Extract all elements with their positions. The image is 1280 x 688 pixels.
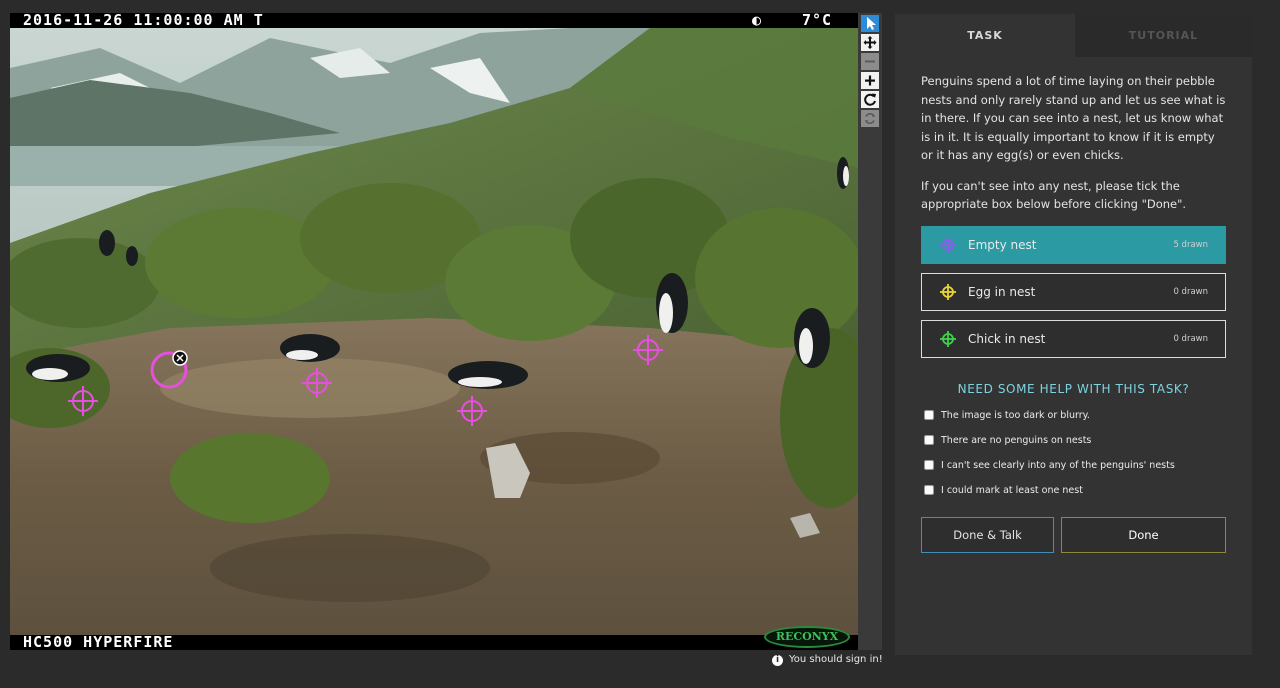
camera-model-label: HC500 HYPERFIRE xyxy=(23,633,174,650)
checkbox[interactable] xyxy=(924,459,934,470)
plus-icon[interactable] xyxy=(861,72,879,89)
done-and-talk-button[interactable]: Done & Talk xyxy=(921,517,1054,553)
camera-info-strip: 2016-11-26 11:00:00 AM T ◐ 7°C xyxy=(10,13,858,28)
crosshair-icon xyxy=(940,331,956,347)
checkbox-label: I can't see clearly into any of the peng… xyxy=(941,460,1175,471)
checkbox-no-penguins[interactable]: There are no penguins on nests xyxy=(924,434,1091,448)
minus-icon[interactable] xyxy=(861,53,879,70)
delete-marker-icon[interactable] xyxy=(172,350,188,366)
pointer-icon[interactable] xyxy=(861,15,879,32)
tab-task[interactable]: TASK xyxy=(895,14,1075,57)
sign-in-notice: i You should sign in! xyxy=(772,653,883,667)
tool-label: Egg in nest xyxy=(968,285,1036,299)
camera-trap-photo[interactable] xyxy=(10,28,858,635)
checkbox[interactable] xyxy=(924,484,934,495)
image-toolbar xyxy=(858,13,882,650)
subject-image-viewer[interactable]: 2016-11-26 11:00:00 AM T ◐ 7°C HC500 HYP… xyxy=(10,13,858,650)
checkbox-cant-see[interactable]: I can't see clearly into any of the peng… xyxy=(924,459,1175,473)
move-icon[interactable] xyxy=(861,34,879,51)
date-stamp: 2016-11-26 11:00:00 AM T xyxy=(23,13,264,29)
tool-chick-in-nest[interactable]: Chick in nest 0 drawn xyxy=(921,320,1226,358)
checkbox-marked-one[interactable]: I could mark at least one nest xyxy=(924,484,1083,498)
tool-label: Chick in nest xyxy=(968,332,1046,346)
tool-count: 5 drawn xyxy=(1173,240,1208,250)
task-panel: TASK TUTORIAL Penguins spend a lot of ti… xyxy=(895,14,1252,655)
checkbox-label: The image is too dark or blurry. xyxy=(941,410,1090,421)
crosshair-icon xyxy=(940,237,956,253)
tab-tutorial[interactable]: TUTORIAL xyxy=(1075,14,1252,57)
instructions-paragraph: If you can't see into any nest, please t… xyxy=(921,178,1187,212)
tool-empty-nest[interactable]: Empty nest 5 drawn xyxy=(921,226,1226,264)
reset-icon[interactable] xyxy=(861,110,879,127)
reconyx-logo: RECONYX xyxy=(764,626,850,648)
done-button[interactable]: Done xyxy=(1061,517,1226,553)
tool-count: 0 drawn xyxy=(1173,334,1208,344)
tool-label: Empty nest xyxy=(968,238,1037,252)
temperature-readout: 7°C xyxy=(802,13,833,29)
checkbox[interactable] xyxy=(924,409,934,420)
sign-in-text: You should sign in! xyxy=(789,654,883,665)
tool-count: 0 drawn xyxy=(1173,287,1208,297)
task-instructions: Penguins spend a lot of time laying on t… xyxy=(921,72,1226,226)
checkbox-too-dark[interactable]: The image is too dark or blurry. xyxy=(924,409,1090,423)
crosshair-icon xyxy=(940,284,956,300)
instructions-paragraph: Penguins spend a lot of time laying on t… xyxy=(921,74,1226,162)
checkbox-label: There are no penguins on nests xyxy=(941,435,1092,446)
rotate-icon[interactable] xyxy=(861,91,879,108)
info-icon: i xyxy=(772,655,783,666)
camera-model-strip: HC500 HYPERFIRE xyxy=(10,635,858,650)
panel-tabs: TASK TUTORIAL xyxy=(895,14,1252,57)
checkbox-label: I could mark at least one nest xyxy=(941,485,1083,496)
tool-egg-in-nest[interactable]: Egg in nest 0 drawn xyxy=(921,273,1226,311)
help-heading: NEED SOME HELP WITH THIS TASK? xyxy=(957,382,1190,396)
moon-phase-icon: ◐ xyxy=(752,13,763,29)
checkbox[interactable] xyxy=(924,434,934,445)
